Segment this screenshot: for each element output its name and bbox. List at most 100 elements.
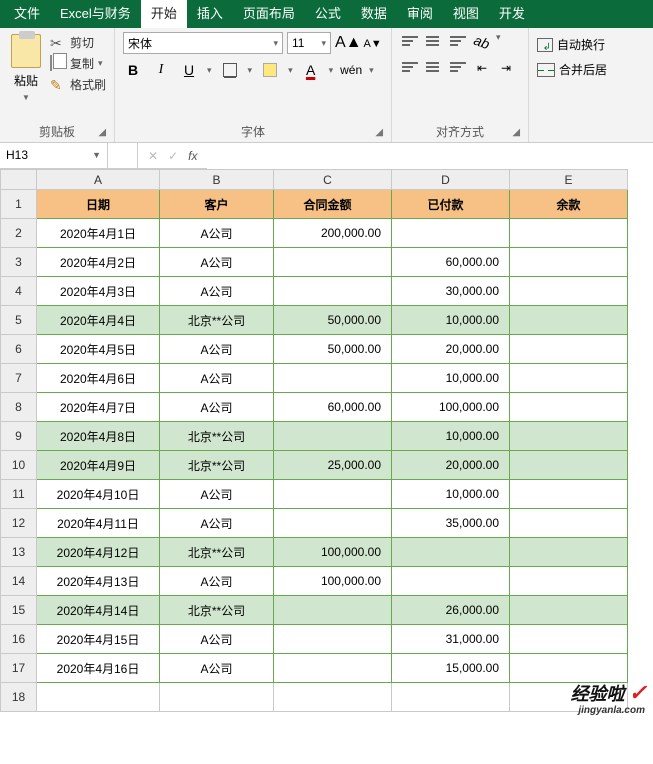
cell[interactable]: 北京**公司 xyxy=(160,422,274,451)
cell[interactable]: 35,000.00 xyxy=(392,509,510,538)
col-header[interactable]: A xyxy=(37,170,160,190)
cell[interactable] xyxy=(274,480,392,509)
cell[interactable]: 60,000.00 xyxy=(274,393,392,422)
cut-button[interactable]: ✂ 剪切 xyxy=(50,34,106,51)
cell[interactable]: 100,000.00 xyxy=(274,538,392,567)
row-header[interactable]: 8 xyxy=(1,393,37,422)
cell[interactable] xyxy=(274,654,392,683)
increase-indent-button[interactable]: ⇥ xyxy=(496,58,516,78)
cell[interactable] xyxy=(510,509,628,538)
cell[interactable] xyxy=(274,625,392,654)
cell[interactable]: 10,000.00 xyxy=(392,364,510,393)
cell[interactable] xyxy=(160,683,274,712)
cell[interactable]: 客户 xyxy=(160,190,274,219)
cell[interactable]: A公司 xyxy=(160,335,274,364)
cell[interactable]: A公司 xyxy=(160,654,274,683)
font-color-button[interactable]: A xyxy=(301,60,321,80)
cell[interactable]: 北京**公司 xyxy=(160,306,274,335)
table-row[interactable]: 22020年4月1日A公司200,000.00 xyxy=(1,219,628,248)
table-row[interactable]: 122020年4月11日A公司 35,000.00 xyxy=(1,509,628,538)
fx-icon[interactable]: fx xyxy=(188,149,197,163)
cell[interactable]: A公司 xyxy=(160,219,274,248)
align-left-button[interactable] xyxy=(400,58,420,76)
cell[interactable]: 2020年4月15日 xyxy=(37,625,160,654)
col-header[interactable]: B xyxy=(160,170,274,190)
formula-input[interactable] xyxy=(207,143,653,169)
cell[interactable]: 10,000.00 xyxy=(392,480,510,509)
chevron-down-icon[interactable]: ▾ xyxy=(329,65,334,76)
table-row[interactable]: 32020年4月2日A公司60,000.00 xyxy=(1,248,628,277)
table-row[interactable]: 132020年4月12日北京**公司100,000.00 xyxy=(1,538,628,567)
table-row[interactable]: 62020年4月5日A公司50,000.0020,000.00 xyxy=(1,335,628,364)
table-row[interactable]: 72020年4月6日A公司10,000.00 xyxy=(1,364,628,393)
cell[interactable] xyxy=(274,248,392,277)
row-header[interactable]: 7 xyxy=(1,364,37,393)
cell[interactable]: A公司 xyxy=(160,509,274,538)
cell[interactable]: 余款 xyxy=(510,190,628,219)
cancel-icon[interactable]: ✕ xyxy=(148,149,158,163)
wrap-text-button[interactable]: 自动换行 xyxy=(537,36,607,53)
table-row[interactable]: 102020年4月9日北京**公司25,000.0020,000.00 xyxy=(1,451,628,480)
cell[interactable]: 2020年4月5日 xyxy=(37,335,160,364)
table-row[interactable]: 152020年4月14日北京**公司26,000.00 xyxy=(1,596,628,625)
row-header[interactable]: 3 xyxy=(1,248,37,277)
cell[interactable]: 2020年4月3日 xyxy=(37,277,160,306)
row-header[interactable]: 18 xyxy=(1,683,37,712)
row-header[interactable]: 17 xyxy=(1,654,37,683)
cell[interactable]: 2020年4月14日 xyxy=(37,596,160,625)
align-top-button[interactable] xyxy=(400,32,420,50)
row-header[interactable]: 13 xyxy=(1,538,37,567)
cell[interactable] xyxy=(37,683,160,712)
cell[interactable]: A公司 xyxy=(160,393,274,422)
cell[interactable] xyxy=(392,567,510,596)
menu-item-6[interactable]: 数据 xyxy=(351,0,397,28)
menu-item-7[interactable]: 审阅 xyxy=(397,0,443,28)
cell[interactable]: 100,000.00 xyxy=(274,567,392,596)
cell[interactable]: 60,000.00 xyxy=(392,248,510,277)
cell[interactable]: 26,000.00 xyxy=(392,596,510,625)
cell[interactable]: 日期 xyxy=(37,190,160,219)
fill-color-button[interactable] xyxy=(260,60,280,80)
cell[interactable] xyxy=(274,422,392,451)
copy-button[interactable]: 复制 ▾ xyxy=(50,55,106,72)
cell[interactable] xyxy=(274,509,392,538)
cell[interactable] xyxy=(392,683,510,712)
cell[interactable] xyxy=(274,683,392,712)
underline-button[interactable]: U xyxy=(179,60,199,80)
menu-item-0[interactable]: 文件 xyxy=(4,0,50,28)
table-row[interactable]: 42020年4月3日A公司30,000.00 xyxy=(1,277,628,306)
spreadsheet-grid[interactable]: A B C D E 1日期客户合同金额已付款余款22020年4月1日A公司200… xyxy=(0,169,628,712)
row-header[interactable]: 12 xyxy=(1,509,37,538)
cell[interactable]: A公司 xyxy=(160,625,274,654)
phonetic-button[interactable]: wén xyxy=(341,60,361,80)
row-header[interactable]: 9 xyxy=(1,422,37,451)
cell[interactable] xyxy=(510,596,628,625)
cell[interactable]: A公司 xyxy=(160,480,274,509)
cell[interactable]: 2020年4月11日 xyxy=(37,509,160,538)
cell[interactable] xyxy=(510,625,628,654)
cell[interactable]: 20,000.00 xyxy=(392,335,510,364)
chevron-down-icon[interactable]: ▾ xyxy=(288,65,293,76)
row-header[interactable]: 14 xyxy=(1,567,37,596)
cell[interactable] xyxy=(510,538,628,567)
cell[interactable] xyxy=(274,364,392,393)
decrease-indent-button[interactable]: ⇤ xyxy=(472,58,492,78)
row-header[interactable]: 15 xyxy=(1,596,37,625)
cell[interactable] xyxy=(510,364,628,393)
table-row[interactable]: 1日期客户合同金额已付款余款 xyxy=(1,190,628,219)
cell[interactable]: 已付款 xyxy=(392,190,510,219)
cell[interactable] xyxy=(392,219,510,248)
italic-button[interactable]: I xyxy=(151,60,171,80)
menu-item-9[interactable]: 开发 xyxy=(489,0,535,28)
chevron-down-icon[interactable]: ▾ xyxy=(369,65,374,76)
cell[interactable]: 15,000.00 xyxy=(392,654,510,683)
cell[interactable]: 2020年4月9日 xyxy=(37,451,160,480)
cell[interactable]: 2020年4月13日 xyxy=(37,567,160,596)
cell[interactable]: 50,000.00 xyxy=(274,335,392,364)
cell[interactable] xyxy=(510,480,628,509)
table-row[interactable]: 172020年4月16日A公司15,000.00 xyxy=(1,654,628,683)
menu-item-2[interactable]: 开始 xyxy=(141,0,187,28)
dialog-launcher-icon[interactable]: ◢ xyxy=(98,127,106,138)
cell[interactable] xyxy=(510,306,628,335)
cell[interactable]: 2020年4月1日 xyxy=(37,219,160,248)
